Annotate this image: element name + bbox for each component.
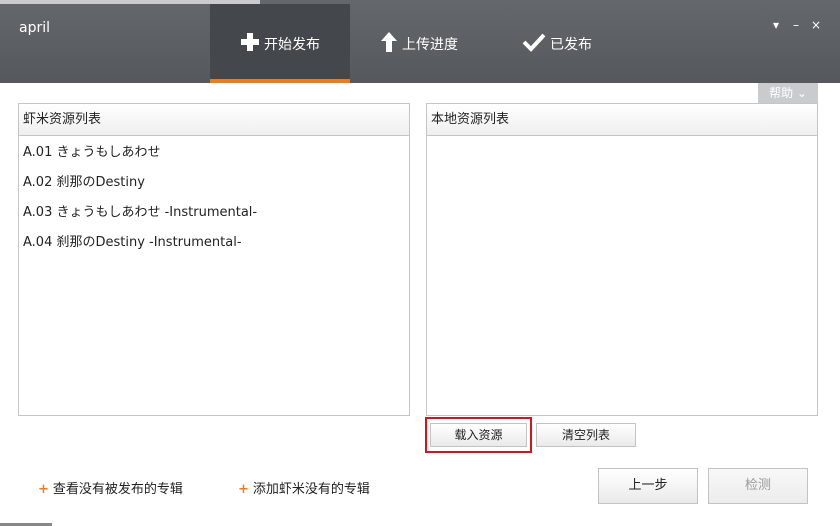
app-window: april 开始发布 上传进度 已发布 ▾ – × 帮助 ⌄ 虾米资源列表 A.… [0, 0, 840, 526]
list-item[interactable]: A.02 刹那のDestiny [19, 170, 409, 200]
dropdown-menu-icon[interactable]: ▾ [770, 18, 782, 32]
tab-label: 开始发布 [264, 36, 320, 53]
link-label: 添加虾米没有的专辑 [252, 482, 370, 497]
help-button[interactable]: 帮助 ⌄ [758, 83, 818, 103]
header-bar: april 开始发布 上传进度 已发布 ▾ – × [0, 0, 840, 83]
detect-button[interactable]: 检测 [708, 468, 808, 504]
app-title: april [19, 20, 51, 36]
window-controls: ▾ – × [770, 18, 822, 32]
arrow-up-icon [380, 31, 398, 57]
xiami-resource-list-panel: 虾米资源列表 A.01 きょうもしあわせ A.02 刹那のDestiny A.0… [18, 103, 410, 416]
list-item[interactable]: A.03 きょうもしあわせ -Instrumental- [19, 200, 409, 230]
panel-title: 虾米资源列表 [19, 104, 409, 136]
tab-label: 上传进度 [402, 36, 458, 53]
load-resources-button[interactable]: 载入资源 [430, 423, 527, 447]
previous-step-button[interactable]: 上一步 [598, 468, 698, 504]
clear-list-button[interactable]: 清空列表 [536, 423, 636, 447]
list-item[interactable]: A.01 きょうもしあわせ [19, 140, 409, 170]
local-resource-list-panel: 本地资源列表 [426, 103, 818, 416]
plus-icon: + [38, 482, 49, 497]
plus-icon: + [238, 482, 249, 497]
view-unpublished-albums-link[interactable]: + 查看没有被发布的专辑 [38, 478, 183, 497]
link-label: 查看没有被发布的专辑 [52, 482, 183, 497]
tab-upload-progress[interactable]: 上传进度 [380, 4, 500, 83]
list-item[interactable]: A.04 刹那のDestiny -Instrumental- [19, 230, 409, 260]
plus-icon [240, 32, 260, 56]
tab-label: 已发布 [550, 36, 592, 53]
local-resource-list[interactable] [427, 136, 817, 140]
tab-published[interactable]: 已发布 [522, 4, 642, 83]
close-icon[interactable]: × [810, 18, 822, 32]
resource-list: A.01 きょうもしあわせ A.02 刹那のDestiny A.03 きょうもし… [19, 136, 409, 260]
checkmark-icon [522, 32, 546, 56]
panel-title: 本地资源列表 [427, 104, 817, 136]
active-tab-indicator [210, 79, 350, 83]
tab-start-publish[interactable]: 开始发布 [210, 4, 350, 83]
add-missing-album-link[interactable]: + 添加虾米没有的专辑 [238, 478, 370, 497]
minimize-icon[interactable]: – [790, 18, 802, 32]
